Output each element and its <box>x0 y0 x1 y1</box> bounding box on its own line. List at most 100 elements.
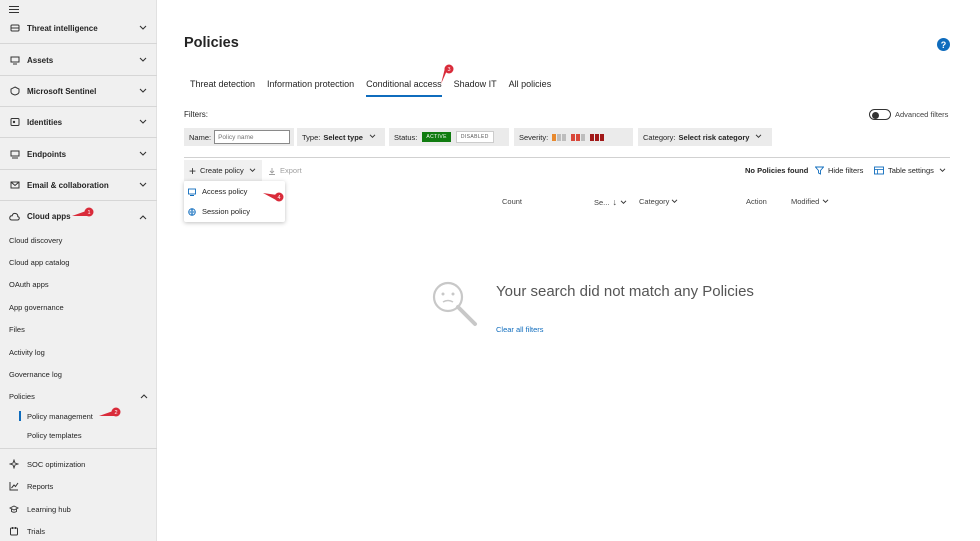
severity-medium-option[interactable] <box>571 133 586 141</box>
no-results-search-icon <box>430 279 480 329</box>
export-button[interactable]: Export <box>268 166 302 175</box>
tab-all-policies[interactable]: All policies <box>503 73 558 97</box>
nav-item-oauth-apps[interactable]: OAuth apps <box>9 280 49 289</box>
status-filter: Status: ACTIVE DISABLED <box>389 128 509 146</box>
severity-filter: Severity: <box>514 128 633 146</box>
chevron-down-icon <box>369 133 376 141</box>
severity-low-option[interactable] <box>552 133 567 141</box>
nav-item-policy-templates[interactable]: Policy templates <box>27 431 82 440</box>
reports-icon <box>9 481 19 491</box>
results-count: No Policies found <box>745 166 809 175</box>
svg-text:4: 4 <box>277 195 280 201</box>
policy-tabs: Threat detection Information protection … <box>184 73 557 97</box>
chevron-down-icon <box>755 133 762 141</box>
trials-icon <box>9 526 19 536</box>
soc-icon <box>9 459 19 469</box>
mail-icon <box>9 180 20 191</box>
callout-marker-1: 1 <box>72 207 94 217</box>
chevron-down-icon <box>139 24 147 32</box>
chevron-down-icon <box>249 168 256 173</box>
table-icon <box>874 166 884 175</box>
toolbar-divider <box>184 157 950 158</box>
learning-icon <box>9 504 19 514</box>
svg-text:1: 1 <box>87 210 90 216</box>
chevron-down-icon <box>139 118 147 126</box>
status-active-pill[interactable]: ACTIVE <box>422 132 451 142</box>
menu-item-session-policy[interactable]: Session policy <box>188 207 250 216</box>
cloud-icon <box>9 211 20 222</box>
status-disabled-pill[interactable]: DISABLED <box>455 131 494 143</box>
callout-marker-2: 2 <box>99 407 121 417</box>
sidebar-divider <box>0 448 157 449</box>
callout-marker-4: 4 <box>263 191 285 202</box>
nav-item-activity-log[interactable]: Activity log <box>9 348 45 357</box>
shield-bug-icon <box>9 23 20 34</box>
table-settings-button[interactable]: Table settings <box>874 166 946 175</box>
column-header-category[interactable]: Category <box>639 197 678 206</box>
nav-group-email-collaboration[interactable]: Email & collaboration <box>0 170 157 201</box>
filter-icon <box>815 166 824 175</box>
access-policy-icon <box>188 188 196 196</box>
chevron-down-icon <box>139 56 147 64</box>
sentinel-icon <box>9 86 20 97</box>
assets-icon <box>9 55 20 66</box>
plus-icon: + <box>189 163 197 178</box>
identities-icon <box>9 117 20 128</box>
hide-filters-button[interactable]: Hide filters <box>815 166 863 175</box>
chevron-down-icon <box>139 181 147 189</box>
help-icon[interactable]: ? <box>937 38 950 51</box>
advanced-filters-toggle[interactable] <box>869 109 891 120</box>
main-content: Policies ? Threat detection Information … <box>158 0 980 541</box>
nav-item-trials[interactable]: Trials <box>9 526 45 536</box>
severity-high-option[interactable] <box>590 133 605 141</box>
nav-group-microsoft-sentinel[interactable]: Microsoft Sentinel <box>0 76 157 107</box>
nav-item-policy-management[interactable]: Policy management <box>27 412 93 421</box>
svg-text:2: 2 <box>114 410 117 416</box>
svg-text:3: 3 <box>447 67 450 73</box>
tab-conditional-access[interactable]: Conditional access <box>360 73 448 97</box>
download-icon <box>268 167 276 175</box>
column-header-modified[interactable]: Modified <box>791 197 829 206</box>
filters-label: Filters: <box>184 110 208 119</box>
chevron-down-icon <box>939 168 946 173</box>
column-header-action[interactable]: Action <box>746 197 767 206</box>
page-title: Policies <box>184 35 239 51</box>
advanced-filters-label: Advanced filters <box>895 110 949 119</box>
nav-group-threat-intelligence[interactable]: Threat intelligence <box>0 13 157 44</box>
nav-item-soc-optimization[interactable]: SOC optimization <box>9 459 85 469</box>
tab-information-protection[interactable]: Information protection <box>261 73 360 97</box>
clear-all-filters-link[interactable]: Clear all filters <box>496 325 544 334</box>
empty-state-message: Your search did not match any Policies <box>496 283 754 300</box>
nav-item-learning-hub[interactable]: Learning hub <box>9 504 71 514</box>
nav-item-policies[interactable]: Policies <box>9 392 149 401</box>
tab-threat-detection[interactable]: Threat detection <box>184 73 261 97</box>
category-filter-dropdown[interactable]: Category: Select risk category <box>638 128 772 146</box>
chevron-up-icon <box>139 213 147 221</box>
column-header-severity[interactable]: Se... ↓ <box>594 197 627 207</box>
nav-item-cloud-app-catalog[interactable]: Cloud app catalog <box>9 258 69 267</box>
chevron-up-icon <box>140 392 148 401</box>
nav-item-app-governance[interactable]: App governance <box>9 303 64 312</box>
session-policy-icon <box>188 207 196 216</box>
chevron-down-icon <box>822 199 829 204</box>
nav-item-governance-log[interactable]: Governance log <box>9 370 62 379</box>
menu-item-access-policy[interactable]: Access policy <box>188 187 247 196</box>
nav-item-reports[interactable]: Reports <box>9 481 53 491</box>
callout-marker-3: 3 <box>441 64 463 84</box>
nav-group-endpoints[interactable]: Endpoints <box>0 139 157 170</box>
nav-group-identities[interactable]: Identities <box>0 107 157 138</box>
create-policy-button[interactable]: + Create policy <box>184 160 262 181</box>
policy-name-input[interactable] <box>214 130 291 144</box>
nav-item-cloud-discovery[interactable]: Cloud discovery <box>9 236 62 245</box>
nav-item-files[interactable]: Files <box>9 325 25 334</box>
chevron-down-icon <box>139 150 147 158</box>
chevron-down-icon <box>139 87 147 95</box>
column-header-count[interactable]: Count <box>502 197 522 206</box>
endpoints-icon <box>9 149 20 160</box>
sort-arrow-down-icon: ↓ <box>612 197 617 207</box>
chevron-down-icon <box>620 199 627 205</box>
nav-group-assets[interactable]: Assets <box>0 45 157 76</box>
name-filter: Name: <box>184 128 294 146</box>
navigation-sidebar: Threat intelligence Assets Microsoft Sen… <box>0 0 157 541</box>
type-filter-dropdown[interactable]: Type: Select type <box>297 128 385 146</box>
